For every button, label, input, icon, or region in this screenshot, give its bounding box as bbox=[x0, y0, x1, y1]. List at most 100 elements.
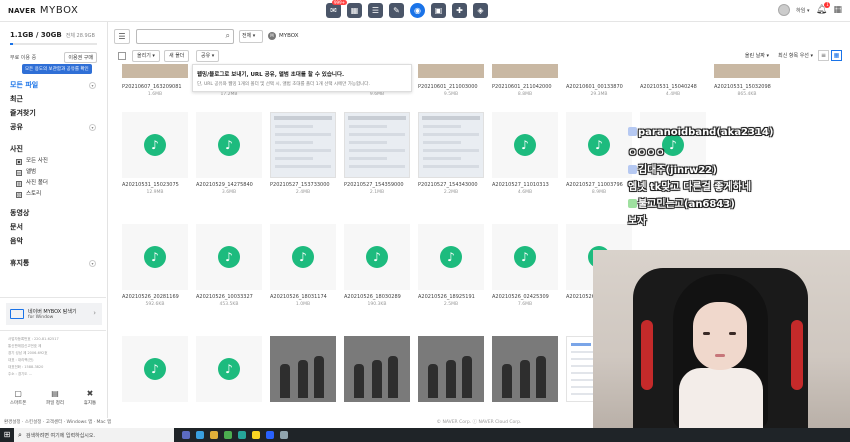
chevron-down-icon[interactable]: ▾ bbox=[89, 82, 96, 89]
file-name[interactable]: A20210526_02425309 bbox=[492, 294, 558, 300]
sidebar-subitem[interactable]: ▣ 모든 사진 bbox=[0, 156, 106, 167]
sidebar-tool[interactable]: ✖ 휴지통 bbox=[84, 390, 96, 407]
pay-icon[interactable]: ◈ bbox=[473, 3, 488, 18]
file-thumbnail[interactable]: ♪ bbox=[196, 336, 262, 402]
file-thumbnail[interactable]: ♪ bbox=[122, 336, 188, 402]
file-thumbnail[interactable] bbox=[344, 112, 410, 178]
file-thumbnail[interactable] bbox=[344, 336, 410, 402]
menu-toggle-button[interactable]: ☰ bbox=[114, 29, 130, 44]
blog-icon[interactable]: ✚ bbox=[452, 3, 467, 18]
file-thumbnail[interactable] bbox=[418, 336, 484, 402]
file-thumbnail[interactable]: ♪ bbox=[196, 112, 262, 178]
sidebar-item[interactable]: 공유 ▾ bbox=[0, 120, 106, 134]
sidebar-item[interactable]: 동영상 bbox=[0, 206, 106, 220]
app-icon[interactable] bbox=[266, 431, 274, 439]
sidebar-subitem[interactable]: ▤ 앨범 bbox=[0, 167, 106, 178]
chevron-down-icon[interactable]: ▾ bbox=[89, 260, 96, 267]
file-thumbnail[interactable] bbox=[492, 336, 558, 402]
explorer-icon[interactable] bbox=[210, 431, 218, 439]
file-thumbnail[interactable]: ♪ bbox=[492, 112, 558, 178]
sidebar-item[interactable]: 음악 bbox=[0, 234, 106, 248]
file-name[interactable]: P20210527_154343000 bbox=[418, 182, 484, 188]
avatar[interactable] bbox=[778, 4, 791, 16]
sidebar-subitem[interactable]: ▧ 스토리 bbox=[0, 189, 106, 200]
file-name[interactable]: A20210601_00133870 bbox=[566, 84, 632, 90]
breadcrumb[interactable]: M MYBOX bbox=[268, 32, 299, 40]
file-thumbnail[interactable]: ♪ bbox=[122, 224, 188, 290]
contacts-icon[interactable]: ☰ bbox=[368, 3, 383, 18]
sidebar-tool[interactable]: ▢ 스마트폰 bbox=[10, 390, 27, 407]
sidebar-item-photos[interactable]: 사진 bbox=[0, 142, 106, 156]
explorer-app-promo[interactable]: 네이버 MYBOX 탐색기 for Window › bbox=[6, 303, 102, 325]
file-thumbnail[interactable]: ♪ bbox=[566, 112, 632, 178]
app-icon[interactable] bbox=[238, 431, 246, 439]
file-thumbnail[interactable] bbox=[122, 64, 188, 78]
file-name[interactable]: A20210529_14275840 bbox=[196, 182, 262, 188]
taskbar-search[interactable]: ⌕ 검색하려면 여기에 입력하십시오. bbox=[14, 428, 174, 442]
user-name[interactable]: 하임 ▾ bbox=[796, 7, 809, 14]
file-name[interactable]: A20210526_18925191 bbox=[418, 294, 484, 300]
file-name[interactable]: A20210531_15032098 bbox=[714, 84, 780, 90]
sidebar-item-trash[interactable]: 휴지통 ▾ bbox=[0, 256, 106, 270]
sidebar-item[interactable]: 최근 bbox=[0, 92, 106, 106]
file-name[interactable]: A20210526_20281169 bbox=[122, 294, 188, 300]
sidebar-subitem[interactable]: ▥ 사진 폴더 bbox=[0, 178, 106, 189]
file-name[interactable]: P20210527_153733000 bbox=[270, 182, 336, 188]
sort-order-select[interactable]: 최신 항목 우선 ▾ bbox=[778, 52, 813, 59]
app-grid-icon[interactable]: ▦ bbox=[833, 5, 842, 15]
search-input[interactable] bbox=[137, 30, 221, 43]
file-thumbnail[interactable]: ♪ bbox=[492, 224, 558, 290]
memo-icon[interactable]: ✎ bbox=[389, 3, 404, 18]
select-all-checkbox[interactable] bbox=[118, 52, 126, 60]
mail-icon[interactable]: ✉ 999+ bbox=[326, 0, 347, 18]
file-name[interactable]: A20210526_18030289 bbox=[344, 294, 410, 300]
file-name[interactable]: A20210526_10033327 bbox=[196, 294, 262, 300]
sort-by-select[interactable]: 올린 날짜 ▾ bbox=[745, 52, 769, 59]
file-thumbnail[interactable]: ♪ bbox=[270, 224, 336, 290]
file-thumbnail[interactable] bbox=[270, 336, 336, 402]
file-name[interactable]: A20210527_11003796 bbox=[566, 182, 632, 188]
windows-start-icon[interactable]: ⊞ bbox=[0, 428, 14, 442]
file-name[interactable]: A20210531_15023075 bbox=[122, 182, 188, 188]
share-button[interactable]: 공유 ▾ bbox=[196, 50, 220, 62]
file-thumbnail[interactable]: ♪ bbox=[344, 224, 410, 290]
brand-logo[interactable]: NAVER MYBOX bbox=[0, 5, 78, 16]
file-thumbnail[interactable] bbox=[492, 64, 558, 78]
list-view-button[interactable]: ≡ bbox=[818, 50, 829, 61]
bell-icon[interactable]: 🔔︎ 1 bbox=[815, 2, 831, 16]
sidebar-item[interactable]: 모든 파일 ▾ bbox=[0, 78, 106, 92]
kakaotalk-icon[interactable] bbox=[252, 431, 260, 439]
file-name[interactable]: P20210601_211042000 bbox=[492, 84, 558, 90]
chevron-down-icon[interactable]: ▾ bbox=[89, 124, 96, 131]
file-thumbnail[interactable]: ♪ bbox=[196, 224, 262, 290]
file-name[interactable]: A20210531_15040248 bbox=[640, 84, 706, 90]
upgrade-button[interactable]: 이용권 구매 bbox=[64, 52, 97, 63]
file-thumbnail[interactable] bbox=[714, 64, 780, 78]
file-thumbnail[interactable] bbox=[418, 64, 484, 78]
sidebar-item[interactable]: 문서 bbox=[0, 220, 106, 234]
search-icon[interactable]: ⌕ bbox=[226, 31, 230, 41]
file-name[interactable]: P20210527_154359000 bbox=[344, 182, 410, 188]
storage-tooltip[interactable]: 모든 용도의 보관함과 공유를 확인 bbox=[22, 64, 92, 74]
cafe-icon[interactable]: ▣ bbox=[431, 3, 446, 18]
app-icon[interactable] bbox=[280, 431, 288, 439]
chrome-icon[interactable] bbox=[224, 431, 232, 439]
calendar-icon[interactable]: ▦ bbox=[347, 3, 362, 18]
file-name[interactable]: P20210601_211003000 bbox=[418, 84, 484, 90]
sidebar-tool[interactable]: ▤ 파일 정리 bbox=[46, 390, 64, 407]
file-name[interactable]: A20210526_18031174 bbox=[270, 294, 336, 300]
grid-view-button[interactable]: ▦ bbox=[831, 50, 842, 61]
sidebar-footer-links[interactable]: 환경설정 · 스킨설정 · 고객센터 · Windows 앱 · Mac 앱 bbox=[4, 418, 111, 428]
file-thumbnail[interactable]: ♪ bbox=[418, 224, 484, 290]
upload-button[interactable]: 올리기 ▾ bbox=[132, 50, 160, 62]
edge-icon[interactable] bbox=[196, 431, 204, 439]
file-thumbnail[interactable] bbox=[418, 112, 484, 178]
file-name[interactable]: P20210607_163209081 bbox=[122, 84, 188, 90]
file-name[interactable]: A20210527_11010313 bbox=[492, 182, 558, 188]
new-folder-button[interactable]: 새 폴더 bbox=[164, 50, 190, 62]
search-scope-select[interactable]: 전체 ▾ bbox=[239, 30, 263, 43]
sidebar-item[interactable]: 즐겨찾기 bbox=[0, 106, 106, 120]
mybox-icon[interactable]: ◉ bbox=[410, 3, 425, 18]
task-view-icon[interactable] bbox=[182, 431, 190, 439]
file-thumbnail[interactable]: ♪ bbox=[122, 112, 188, 178]
